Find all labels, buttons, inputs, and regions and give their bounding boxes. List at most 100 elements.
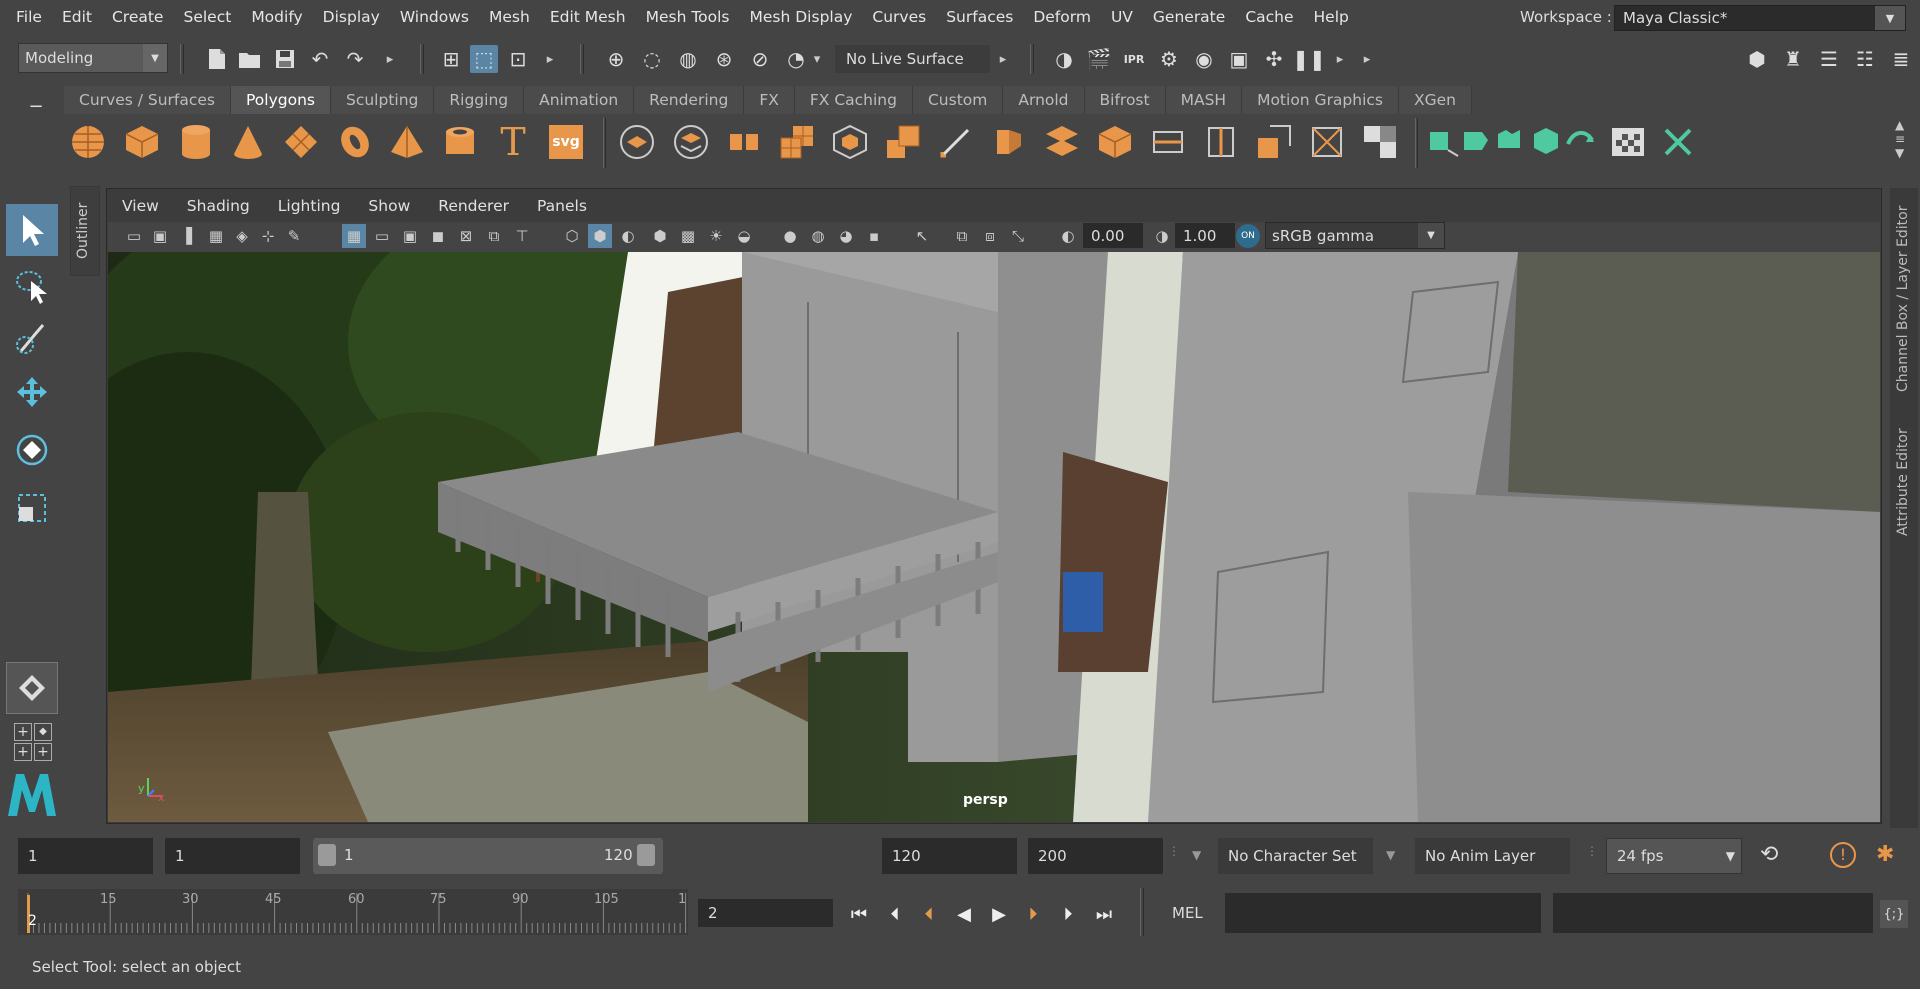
collapse-arrow-icon[interactable]: ▸ — [998, 48, 1008, 70]
select-by-object-icon[interactable]: ⬚ — [470, 45, 498, 73]
menu-mesh[interactable]: Mesh — [479, 0, 540, 33]
redo-icon[interactable]: ↷ — [341, 45, 369, 73]
snap-point-icon[interactable]: ◍ — [674, 45, 702, 73]
undo-icon[interactable]: ↶ — [306, 45, 334, 73]
menu-deform[interactable]: Deform — [1023, 0, 1101, 33]
menu-mesh-display[interactable]: Mesh Display — [740, 0, 863, 33]
current-frame-field[interactable]: 2 — [698, 899, 833, 927]
menu-file[interactable]: File — [6, 0, 52, 33]
extrude-icon[interactable] — [883, 122, 923, 162]
menu-windows[interactable]: Windows — [390, 0, 479, 33]
workspace-select[interactable]: Maya Classic* ▼ — [1614, 5, 1906, 31]
combine-icon[interactable] — [617, 122, 657, 162]
bevel-icon[interactable] — [989, 122, 1029, 162]
poly-cube-icon[interactable] — [122, 122, 162, 162]
view-transform-select[interactable]: sRGB gamma ▼ — [1265, 222, 1445, 249]
chevron-down-icon[interactable]: ▼ — [1386, 848, 1395, 862]
separate-icon[interactable] — [671, 122, 711, 162]
tab-rigging[interactable]: Rigging — [434, 86, 525, 114]
channel-box-toggle-icon[interactable]: ≣ — [1887, 45, 1915, 73]
snap-live-icon[interactable]: ⊘ — [746, 45, 774, 73]
open-scene-icon[interactable] — [236, 45, 264, 73]
tab-xgen[interactable]: XGen — [1399, 86, 1473, 114]
chevron-down-icon[interactable]: ▼ — [1192, 848, 1201, 862]
chevron-down-icon[interactable]: ▾ — [812, 48, 822, 70]
step-back-frame-icon[interactable]: ⏴ — [881, 900, 909, 928]
xray-joints-icon[interactable]: ⧈ — [978, 224, 1002, 248]
snap-curve-icon[interactable]: ◌ — [638, 45, 666, 73]
viewport-scene[interactable] — [108, 252, 1880, 822]
new-scene-icon[interactable] — [203, 45, 231, 73]
menu-generate[interactable]: Generate — [1143, 0, 1235, 33]
tab-polygons[interactable]: Polygons — [231, 86, 331, 114]
menu-uv[interactable]: UV — [1101, 0, 1143, 33]
auto-key-icon[interactable]: ! — [1830, 842, 1856, 868]
play-backwards-icon[interactable]: ◀ — [950, 900, 978, 928]
field-chart-icon[interactable]: ⊠ — [454, 224, 478, 248]
character-controls-icon[interactable]: ♜ — [1779, 45, 1807, 73]
film-gate-icon[interactable]: ▦ — [204, 224, 228, 248]
anim-layer-select[interactable]: No Anim Layer — [1415, 838, 1570, 874]
uv-editor-icon[interactable] — [1608, 122, 1648, 162]
bookmark-icon[interactable]: ▌ — [180, 224, 204, 248]
menu-surfaces[interactable]: Surfaces — [936, 0, 1023, 33]
go-to-end-icon[interactable]: ⏭ — [1090, 900, 1118, 928]
shelf-scroll-icon[interactable]: ▲ ≡ ▼ — [1895, 118, 1905, 160]
render-view-icon[interactable]: ⚙ — [1155, 45, 1183, 73]
tab-attribute-editor[interactable]: Attribute Editor — [1895, 428, 1911, 536]
render-frame-icon[interactable]: 🎬 — [1085, 45, 1113, 73]
menu-select[interactable]: Select — [173, 0, 241, 33]
loop-playback-icon[interactable]: ⟲ — [1760, 842, 1778, 867]
menu-mesh-tools[interactable]: Mesh Tools — [636, 0, 740, 33]
target-weld-icon[interactable] — [1307, 122, 1347, 162]
layout-outliner-icon[interactable]: + — [34, 743, 52, 761]
save-scene-icon[interactable] — [271, 45, 299, 73]
range-start-handle[interactable] — [318, 844, 336, 866]
depth-of-field-icon[interactable]: ▪ — [862, 224, 886, 248]
tab-rendering[interactable]: Rendering — [634, 86, 745, 114]
uv-unfold-icon[interactable] — [1560, 122, 1600, 162]
gate-mask-icon[interactable]: ◼ — [426, 224, 450, 248]
two-d-pan-icon[interactable]: ⊹ — [256, 224, 280, 248]
snap-grid-icon[interactable]: ⊕ — [602, 45, 630, 73]
grid-toggle-icon[interactable]: ▦ — [342, 224, 366, 248]
poly-cylinder-icon[interactable] — [176, 122, 216, 162]
tab-mash[interactable]: MASH — [1165, 86, 1243, 114]
layout-two-icon[interactable]: + — [14, 743, 32, 761]
collapse-arrow-icon[interactable]: ▸ — [1362, 48, 1372, 70]
step-back-key-icon[interactable]: ⏴ — [915, 900, 943, 928]
collapse-arrow-icon[interactable]: ▸ — [545, 48, 555, 70]
menu-edit[interactable]: Edit — [52, 0, 102, 33]
rotate-tool-icon[interactable] — [6, 424, 58, 476]
tool-settings-toggle-icon[interactable]: ☷ — [1851, 45, 1879, 73]
select-tool-icon[interactable] — [6, 204, 58, 256]
attribute-editor-toggle-icon[interactable]: ☰ — [1815, 45, 1843, 73]
script-editor-icon[interactable]: {;} — [1880, 900, 1908, 928]
character-set-select[interactable]: No Character Set — [1218, 838, 1373, 874]
xray-icon[interactable]: ⧉ — [950, 224, 974, 248]
layout-single-icon[interactable]: + — [14, 723, 32, 741]
command-input[interactable] — [1225, 893, 1541, 933]
bridge-icon[interactable] — [1042, 122, 1082, 162]
tab-channel-box[interactable]: Channel Box / Layer Editor — [1895, 206, 1911, 392]
play-forwards-icon[interactable]: ▶ — [985, 900, 1013, 928]
render-setup-icon[interactable]: ✣ — [1260, 45, 1288, 73]
use-default-material-icon[interactable]: ◐ — [616, 224, 640, 248]
insert-edge-loop-icon[interactable] — [1201, 122, 1241, 162]
tab-bifrost[interactable]: Bifrost — [1084, 86, 1166, 114]
pause-icon[interactable]: ❚❚ — [1292, 45, 1326, 73]
hypershade-icon[interactable]: ◉ — [1190, 45, 1218, 73]
menu-display[interactable]: Display — [313, 0, 390, 33]
snap-view-plane-icon[interactable]: ⊛ — [710, 45, 738, 73]
move-tool-icon[interactable] — [6, 366, 58, 418]
playback-start-field[interactable]: 1 — [165, 838, 300, 874]
wireframe-on-shaded-icon[interactable]: ⬢ — [648, 224, 672, 248]
animation-end-field[interactable]: 200 — [1028, 838, 1163, 874]
paint-select-tool-icon[interactable] — [6, 313, 58, 365]
svg-tool-icon[interactable]: svg — [546, 122, 586, 162]
use-all-lights-icon[interactable]: ☀ — [704, 224, 728, 248]
menu-create[interactable]: Create — [102, 0, 174, 33]
exposure-icon[interactable]: ◐ — [1056, 224, 1080, 248]
color-management-toggle-icon[interactable]: ON — [1236, 224, 1260, 248]
ipr-render-icon[interactable]: IPR — [1120, 45, 1148, 73]
